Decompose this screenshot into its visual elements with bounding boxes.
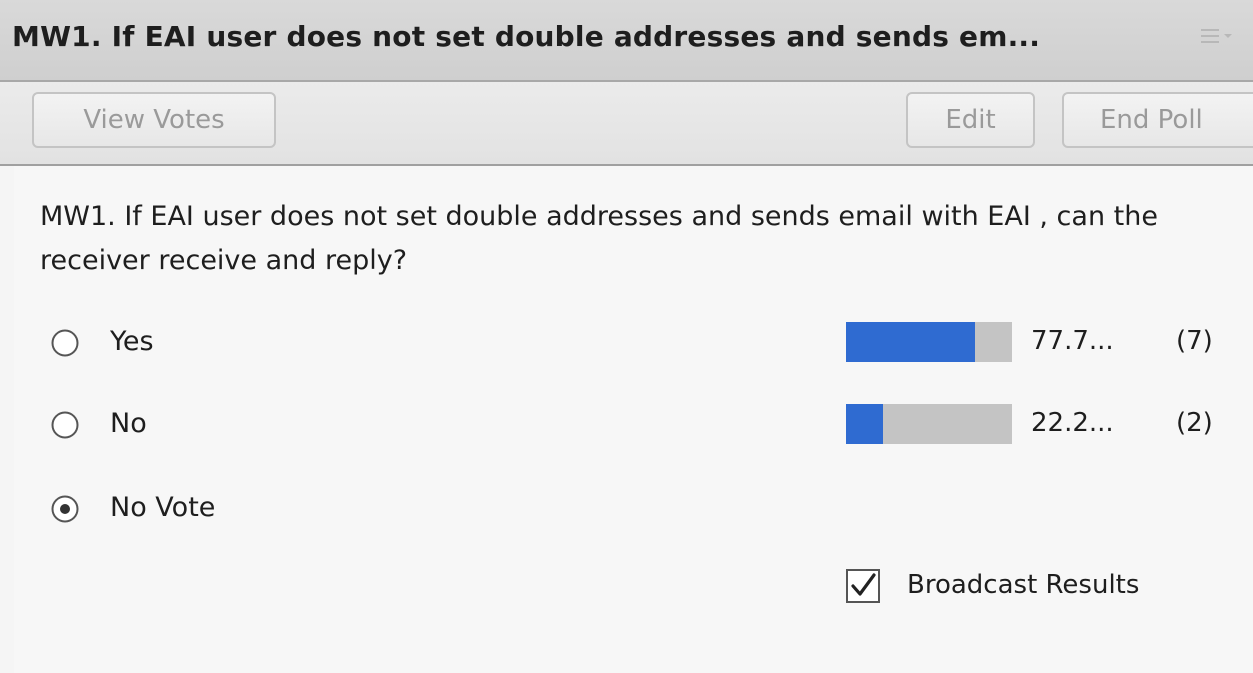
pod-options-menu-icon[interactable] <box>1199 26 1239 46</box>
poll-question: MW1. If EAI user does not set double add… <box>40 201 1158 276</box>
broadcast-results-label: Broadcast Results <box>907 570 1140 600</box>
pod-title-bar: MW1. If EAI user does not set double add… <box>0 0 1253 82</box>
answer-row-no-vote: No Vote <box>0 484 1253 534</box>
radio-selected-icon[interactable] <box>50 494 80 524</box>
radio-unselected-icon[interactable] <box>50 328 80 358</box>
end-poll-button[interactable]: End Poll <box>1062 92 1253 148</box>
answer-row-no: No 22.2... (2) <box>0 400 1253 450</box>
result-count: (7) <box>1176 326 1213 356</box>
result-percent: 77.7... <box>1031 326 1114 356</box>
answer-label: Yes <box>110 326 154 357</box>
poll-toolbar: View Votes Edit End Poll <box>0 82 1253 166</box>
result-bar-track <box>846 322 1012 362</box>
poll-pod: MW1. If EAI user does not set double add… <box>0 0 1253 673</box>
result-bar-fill <box>846 322 975 362</box>
answer-label: No <box>110 408 147 439</box>
answer-row-yes: Yes 77.7... (7) <box>0 318 1253 368</box>
checkbox-checked-icon[interactable] <box>846 569 880 603</box>
result-bar-track <box>846 404 1012 444</box>
pod-title: MW1. If EAI user does not set double add… <box>12 20 1041 53</box>
answer-label: No Vote <box>110 492 216 523</box>
view-votes-button[interactable]: View Votes <box>32 92 276 148</box>
result-count: (2) <box>1176 408 1213 438</box>
edit-button[interactable]: Edit <box>906 92 1035 148</box>
radio-unselected-icon[interactable] <box>50 410 80 440</box>
result-bar-fill <box>846 404 883 444</box>
result-percent: 22.2... <box>1031 408 1114 438</box>
